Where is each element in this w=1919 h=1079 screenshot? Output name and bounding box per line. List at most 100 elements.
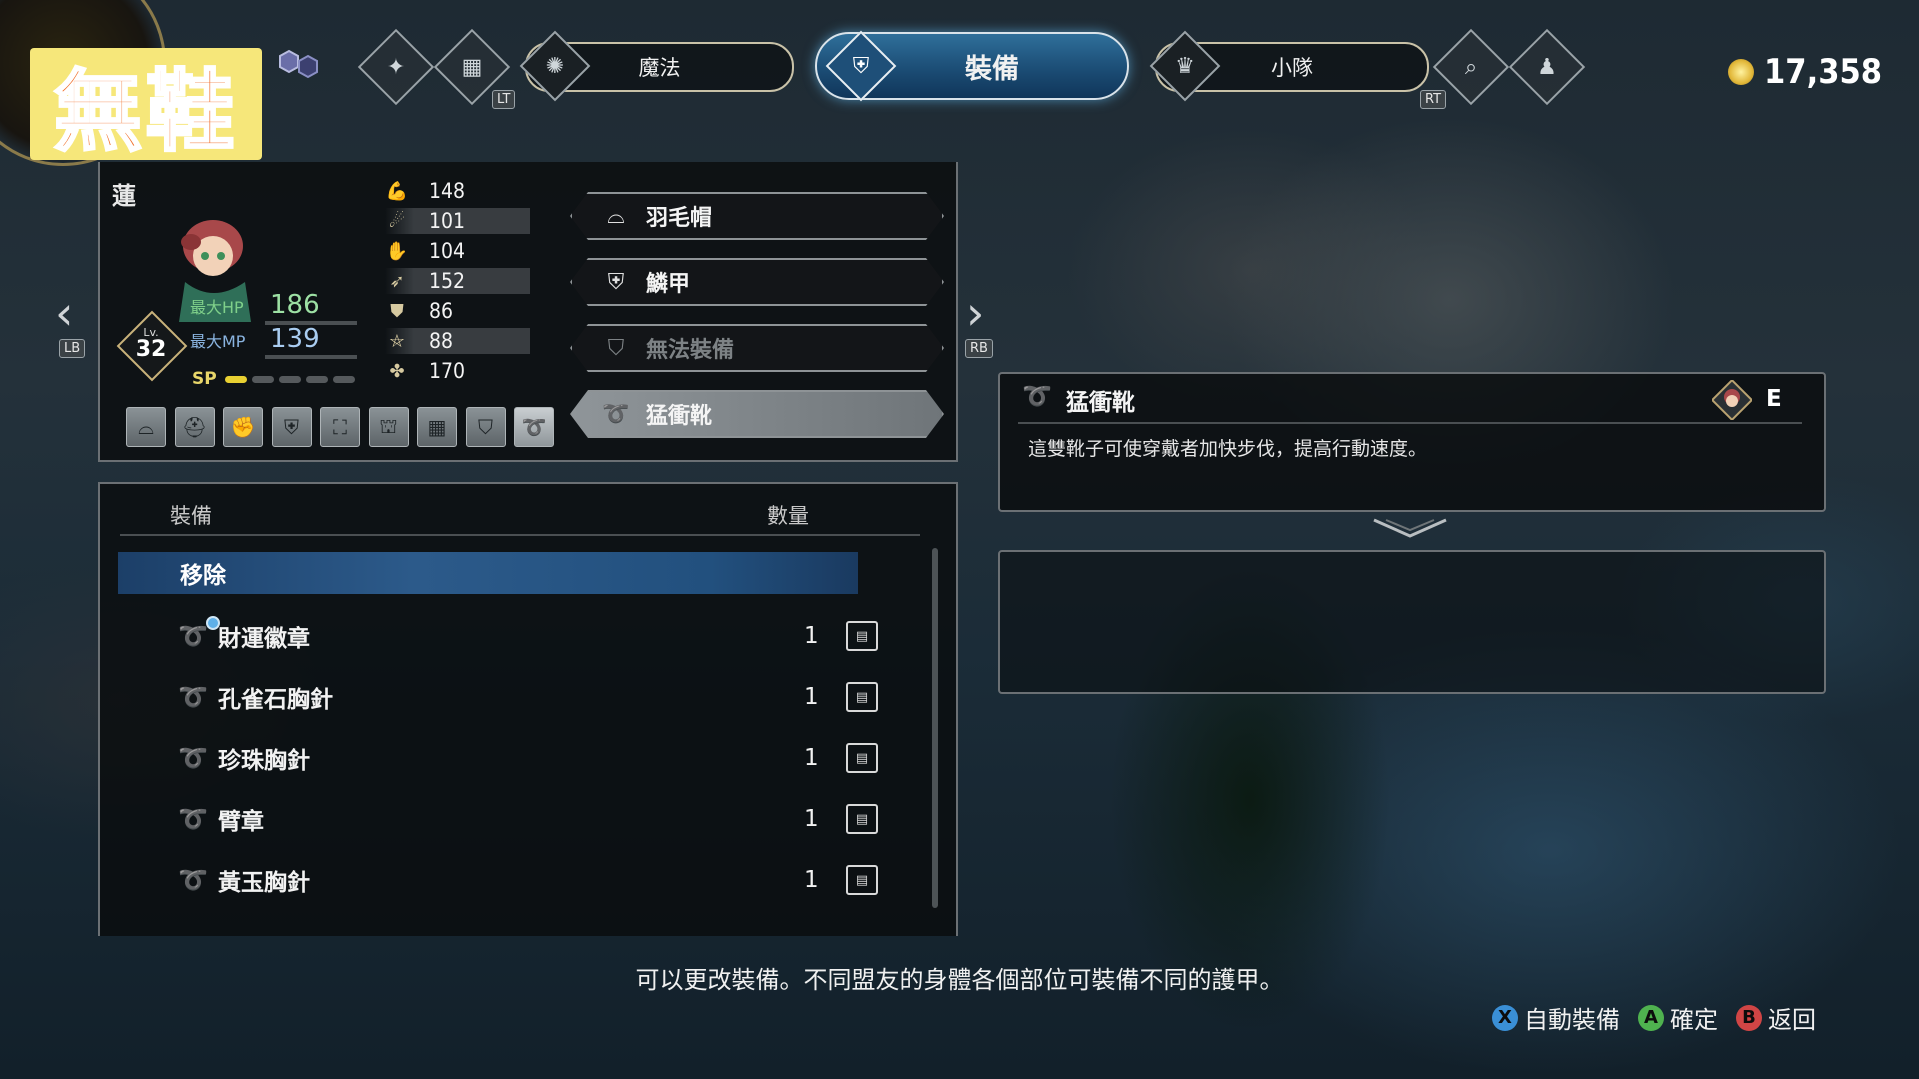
- control-prompt[interactable]: A 確定: [1638, 1000, 1718, 1035]
- stat-value: 152: [429, 269, 466, 293]
- stat-row: ⛊ 86: [385, 298, 530, 324]
- armor-icon: ⛨: [825, 30, 897, 102]
- stat-value: 148: [429, 179, 466, 203]
- magnify-icon: ⌕: [1464, 54, 1478, 80]
- item-name: 臂章: [218, 809, 264, 835]
- detail-divider: [1018, 422, 1802, 424]
- button-prompts: X 自動裝備 A 確定 B 返回: [1492, 1000, 1816, 1035]
- slot-label: 鱗甲: [646, 272, 691, 297]
- sp-pip-filled: [224, 375, 247, 383]
- hp-row: 最大HP 186: [190, 290, 370, 325]
- gauntlet-icon[interactable]: ✊: [223, 407, 263, 447]
- accessory-icon[interactable]: ➰: [514, 407, 554, 447]
- gamepad-x-icon: X: [1492, 1004, 1518, 1031]
- new-item-dot: [206, 616, 220, 630]
- expand-chevron-icon[interactable]: [1370, 516, 1450, 542]
- shield-icon[interactable]: ⛉: [465, 407, 506, 447]
- slot-label: 猛衝靴: [646, 404, 713, 429]
- item-quantity: 1: [804, 623, 819, 649]
- accessory-icon: ➰: [178, 866, 208, 894]
- control-label: 返回: [1768, 1006, 1816, 1034]
- remove-row[interactable]: 移除: [118, 552, 858, 594]
- item-quantity: 1: [804, 806, 819, 832]
- helmet-icon[interactable]: ⛑: [174, 407, 215, 447]
- detail-description: 這雙靴子可使穿戴者加快步伐，提高行動速度。: [1028, 438, 1428, 460]
- tab-skills[interactable]: ✦: [357, 28, 435, 106]
- stat-row: ☄ 101: [385, 208, 530, 234]
- prev-character-arrow[interactable]: ‹: [55, 286, 73, 340]
- list-scrollbar[interactable]: [932, 548, 938, 908]
- tab-search[interactable]: ⌕: [1432, 28, 1510, 106]
- person-icon: ♟: [1537, 54, 1557, 80]
- gamepad-a-icon: A: [1638, 1004, 1664, 1031]
- storage-bag-icon: ▤: [846, 621, 878, 651]
- item-name: 黃玉胸針: [218, 870, 310, 896]
- sp-pip-empty: [332, 375, 355, 383]
- party-icon: ♛: [1149, 30, 1221, 102]
- luck-icon: ✤: [389, 360, 405, 382]
- accessory-icon: ➰: [178, 616, 220, 650]
- control-prompt[interactable]: B 返回: [1736, 1000, 1816, 1035]
- comparison-panel: [998, 550, 1826, 694]
- stat-value: 88: [429, 329, 454, 353]
- storage-bag-icon: ▤: [846, 682, 878, 712]
- mp-row: 最大MP 139: [190, 324, 370, 359]
- sp-row: SP: [192, 368, 372, 390]
- slot-label: 羽毛帽: [646, 206, 713, 231]
- accessory-icon: ➰: [178, 683, 208, 711]
- stat-row: ➶ 152: [385, 268, 530, 294]
- stat-row: 💪 148: [385, 178, 530, 204]
- equipment-slot[interactable]: ⛉ 無法裝備: [570, 324, 944, 372]
- defense-icon: ⛊: [390, 300, 404, 322]
- gem-icon: [278, 47, 324, 83]
- slot-label: 無法裝備: [646, 338, 735, 363]
- control-label: 確定: [1670, 1006, 1718, 1034]
- accessory-icon: ➰: [178, 805, 208, 833]
- equipped-marker: E: [1766, 386, 1782, 412]
- item-quantity: 1: [804, 684, 819, 710]
- stat-value: 101: [429, 209, 466, 233]
- list-item[interactable]: ➰ 珍珠胸針 1 ▤: [178, 730, 898, 786]
- sp-pip-empty: [305, 375, 328, 383]
- list-item[interactable]: ➰ 黃玉胸針 1 ▤: [178, 852, 898, 908]
- gamepad-b-icon: B: [1736, 1004, 1762, 1031]
- shield-icon: ⛉: [607, 335, 625, 361]
- mail-icon[interactable]: ▦: [417, 407, 457, 447]
- stat-value: 104: [429, 239, 466, 263]
- strength-icon: 💪: [385, 180, 409, 202]
- list-header-name: 裝備: [170, 504, 212, 528]
- armor-icon[interactable]: ⛨: [271, 407, 312, 447]
- item-quantity: 1: [804, 745, 819, 771]
- body-armor-icon: ⛨: [607, 269, 625, 295]
- tab-status[interactable]: ♟: [1508, 28, 1586, 106]
- control-label: 自動裝備: [1524, 1006, 1620, 1034]
- equipment-slot[interactable]: ➰ 猛衝靴: [570, 390, 944, 438]
- item-name: 財運徽章: [218, 626, 310, 652]
- control-prompt[interactable]: X 自動裝備: [1492, 1000, 1620, 1035]
- gold-display: 17,358: [1728, 52, 1882, 92]
- list-item[interactable]: ➰ 財運徽章 1 ▤: [178, 608, 898, 664]
- item-name: 珍珠胸針: [218, 748, 310, 774]
- list-item[interactable]: ➰ 臂章 1 ▤: [178, 791, 898, 847]
- coin-icon: [1728, 59, 1754, 85]
- storage-bag-icon: ▤: [846, 804, 878, 834]
- equipment-slot[interactable]: ⛨ 鱗甲: [570, 258, 944, 306]
- sp-pip-empty: [278, 375, 301, 383]
- magic-icon: ☄: [388, 210, 406, 232]
- list-item[interactable]: ➰ 孔雀石胸針 1 ▤: [178, 669, 898, 725]
- robe-icon[interactable]: ⛶: [320, 407, 360, 447]
- equipment-slot[interactable]: ⌓ 羽毛帽: [570, 192, 944, 240]
- sp-pip-empty: [251, 375, 274, 383]
- agility-icon: ➶: [389, 270, 405, 292]
- list-header-qty: 數量: [767, 504, 809, 528]
- dexterity-icon: ✋: [385, 240, 409, 262]
- hat-icon[interactable]: ⌓: [126, 407, 166, 447]
- hat-icon: ⌓: [607, 203, 625, 229]
- detail-title: 猛衝靴: [1066, 390, 1135, 416]
- stat-value: 170: [429, 359, 466, 383]
- rb-label: RB: [965, 339, 993, 358]
- stat-value: 86: [429, 299, 454, 323]
- heavy-armor-icon[interactable]: ⛫: [368, 407, 409, 447]
- lb-label: LB: [59, 339, 86, 358]
- next-character-arrow[interactable]: ›: [966, 286, 984, 340]
